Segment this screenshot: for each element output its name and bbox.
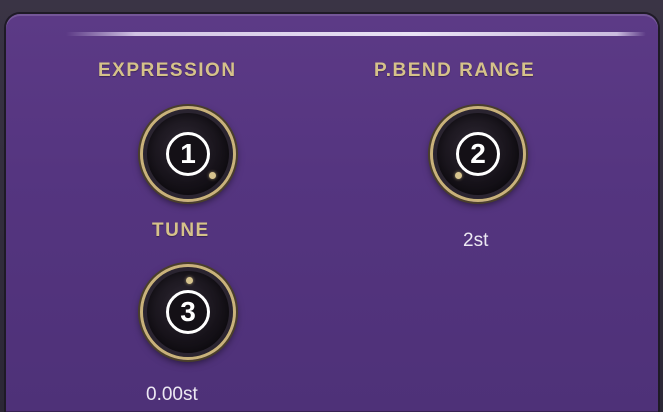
tune-label: TUNE — [152, 220, 210, 241]
expression-knob-indicator — [209, 172, 216, 179]
tune-knob[interactable]: 3 — [140, 264, 236, 360]
pbend-range-callout-badge: 2 — [456, 132, 500, 176]
pbend-range-label: P.BEND RANGE — [374, 60, 536, 81]
pbend-range-knob[interactable]: 2 — [430, 106, 526, 202]
tune-knob-indicator — [186, 277, 193, 284]
pbend-range-value: 2st — [463, 230, 489, 251]
expression-label: EXPRESSION — [98, 60, 237, 81]
panel-highlight — [66, 32, 646, 36]
settings-panel: EXPRESSION 1 P.BEND RANGE 2 2st TUNE 3 0… — [6, 14, 658, 412]
expression-knob[interactable]: 1 — [140, 106, 236, 202]
plugin-frame: EXPRESSION 1 P.BEND RANGE 2 2st TUNE 3 0… — [0, 0, 663, 412]
tune-callout-badge: 3 — [166, 290, 210, 334]
pbend-range-knob-indicator — [455, 172, 462, 179]
tune-value: 0.00st — [146, 384, 198, 405]
expression-callout-badge: 1 — [166, 132, 210, 176]
